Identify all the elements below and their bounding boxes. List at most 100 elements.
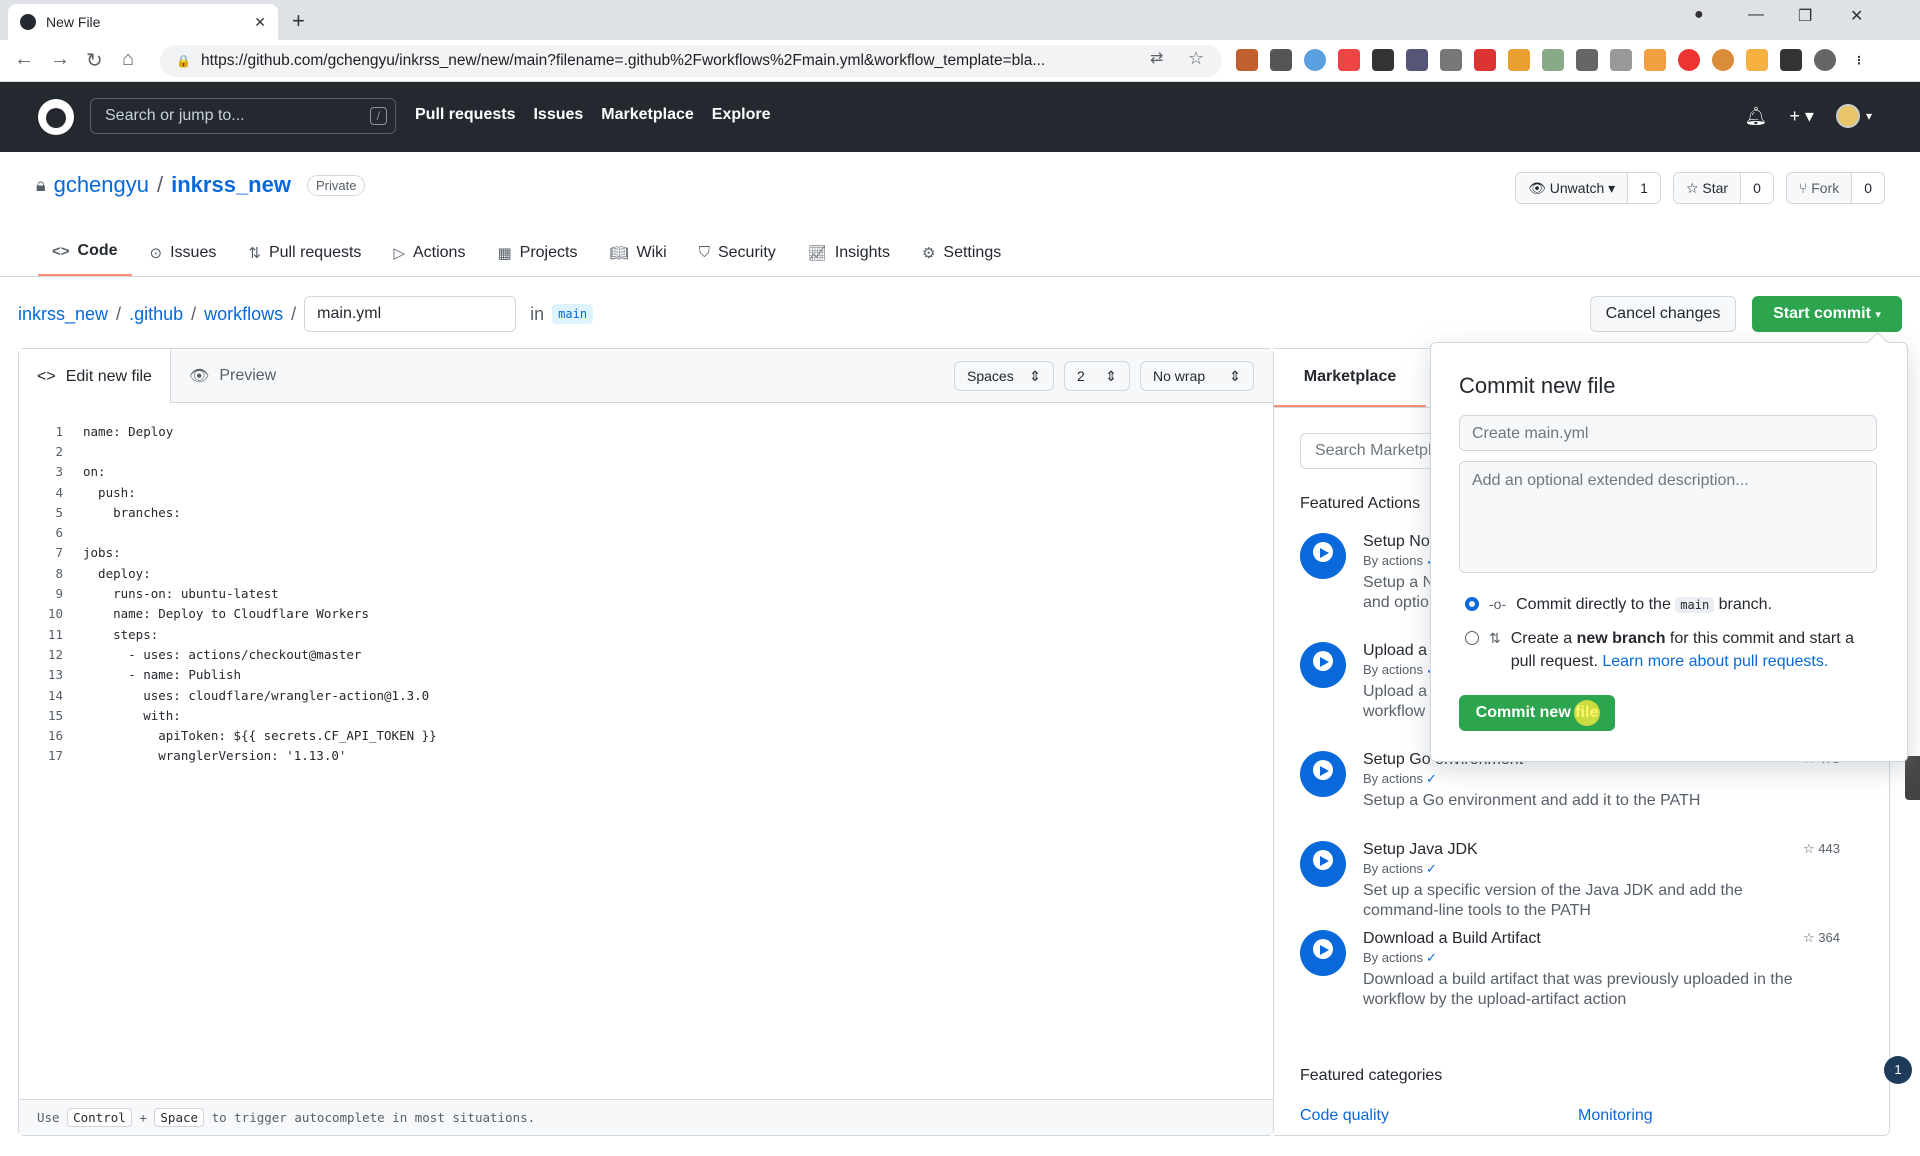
tab-projects[interactable]: ▦ Projects xyxy=(483,236,591,277)
minimize-icon[interactable]: — xyxy=(1748,6,1764,24)
extension-icon[interactable] xyxy=(1338,49,1360,71)
notification-badge[interactable]: 1 xyxy=(1884,1056,1912,1084)
forward-icon[interactable]: → xyxy=(50,48,70,71)
action-stars: ☆ 443 xyxy=(1803,841,1840,857)
github-logo-icon[interactable] xyxy=(38,99,74,135)
extension-icon[interactable] xyxy=(1372,49,1394,71)
extension-icon[interactable] xyxy=(1678,49,1700,71)
search-shortcut-hint: / xyxy=(369,107,387,125)
tab-insights[interactable]: 📈︎ Insights xyxy=(794,236,904,277)
close-tab-icon[interactable]: ✕ xyxy=(254,14,266,31)
extension-icon[interactable] xyxy=(1576,49,1598,71)
nav-pull-requests[interactable]: Pull requests xyxy=(415,106,515,124)
profile-menu-icon[interactable]: ● xyxy=(1694,6,1704,24)
action-title[interactable]: Upload a xyxy=(1363,642,1427,660)
extension-icon[interactable] xyxy=(1406,49,1428,71)
tab-edit-new-file[interactable]: <> Edit new file xyxy=(19,349,171,404)
extension-icon[interactable] xyxy=(1304,49,1326,71)
address-bar[interactable]: 🔒 https://github.com/gchengyu/inkrss_new… xyxy=(160,45,1222,77)
action-title[interactable]: Setup No xyxy=(1363,533,1430,551)
action-title[interactable]: Setup Java JDK xyxy=(1363,841,1478,859)
new-branch-option[interactable]: ⇅ Create a new branch for this commit an… xyxy=(1465,627,1875,673)
code-line: 9 runs-on: ubuntu-latest xyxy=(19,583,437,603)
wrap-mode-select[interactable]: No wrap ⇕ xyxy=(1140,361,1254,391)
fork-button[interactable]: ⑂ Fork 0 xyxy=(1785,172,1885,204)
restore-icon[interactable]: ❐ xyxy=(1798,6,1812,26)
create-new-plus-icon[interactable]: + ▾ xyxy=(1789,106,1814,127)
tab-code[interactable]: <> Code xyxy=(38,236,132,277)
tab-marketplace[interactable]: Marketplace xyxy=(1274,349,1426,407)
nav-issues[interactable]: Issues xyxy=(533,106,583,124)
category-link-monitoring[interactable]: Monitoring xyxy=(1578,1107,1653,1125)
star-button[interactable]: ☆ Star 0 xyxy=(1672,172,1774,204)
extension-icon[interactable] xyxy=(1270,49,1292,71)
commit-summary-input[interactable]: Create main.yml xyxy=(1459,415,1877,451)
global-search-input[interactable]: Search or jump to... / xyxy=(90,98,396,134)
tab-settings[interactable]: ⚙ Settings xyxy=(908,236,1015,277)
extension-icon[interactable] xyxy=(1712,49,1734,71)
tab-actions[interactable]: ▷ Actions xyxy=(379,236,479,277)
breadcrumb-workflows-dir-link[interactable]: workflows xyxy=(204,304,283,325)
watch-count[interactable]: 1 xyxy=(1628,173,1660,203)
indent-size-select[interactable]: 2 ⇕ xyxy=(1064,361,1130,391)
extension-icon[interactable] xyxy=(1644,49,1666,71)
browser-tab[interactable]: New File ✕ xyxy=(8,4,278,40)
extension-icon[interactable] xyxy=(1542,49,1564,71)
action-title[interactable]: Download a Build Artifact xyxy=(1363,930,1541,948)
fork-count[interactable]: 0 xyxy=(1852,173,1884,203)
action-author: By actions✓ xyxy=(1363,771,1437,787)
action-author-text: By actions xyxy=(1363,771,1423,786)
code-text: name: Deploy xyxy=(83,423,174,439)
filename-input[interactable]: main.yml xyxy=(304,296,517,332)
repo-owner-link[interactable]: gchengyu xyxy=(54,172,149,198)
indent-mode-select[interactable]: Spaces ⇕ xyxy=(954,361,1054,391)
breadcrumb-github-dir-link[interactable]: .github xyxy=(129,304,183,325)
tab-issues[interactable]: ⊙ Issues xyxy=(136,236,231,277)
extension-icon[interactable] xyxy=(1474,49,1496,71)
star-count[interactable]: 0 xyxy=(1741,173,1773,203)
unwatch-button[interactable]: 👁︎ Unwatch ▾ 1 xyxy=(1515,172,1661,204)
extension-icon[interactable] xyxy=(1746,49,1768,71)
home-icon[interactable]: ⌂ xyxy=(122,48,134,71)
code-text: deploy: xyxy=(83,565,151,581)
extension-icon[interactable] xyxy=(1610,49,1632,71)
start-commit-button[interactable]: Start commit ▾ xyxy=(1752,296,1902,332)
extensions-puzzle-icon[interactable] xyxy=(1780,49,1802,71)
profile-avatar-icon[interactable] xyxy=(1814,49,1836,71)
breadcrumb-repo-link[interactable]: inkrss_new xyxy=(18,304,108,325)
tab-preview[interactable]: 👁︎ Preview xyxy=(171,349,294,403)
close-window-icon[interactable]: ✕ xyxy=(1850,6,1863,26)
editor-toolbar: <> Edit new file 👁︎ Preview Spaces ⇕ 2 ⇕ N… xyxy=(19,349,1273,404)
repo-name-link[interactable]: inkrss_new xyxy=(171,172,291,198)
extension-icon[interactable] xyxy=(1508,49,1530,71)
radio-new-branch[interactable] xyxy=(1465,631,1479,645)
tab-wiki[interactable]: 📖︎ Wiki xyxy=(595,236,680,277)
bookmark-star-icon[interactable]: ☆ xyxy=(1188,48,1204,69)
play-icon: ▷ xyxy=(393,244,405,262)
notifications-bell-icon[interactable]: 🔔︎ xyxy=(1745,106,1768,127)
category-link-code-quality[interactable]: Code quality xyxy=(1300,1107,1389,1125)
reload-icon[interactable]: ↻ xyxy=(86,48,103,73)
learn-more-pull-requests-link[interactable]: Learn more about pull requests. xyxy=(1602,653,1828,670)
new-tab-button[interactable]: + xyxy=(292,8,305,34)
code-area[interactable]: 1 name: Deploy 2 3 on: 4 push: 5 branches:… xyxy=(19,421,437,766)
extension-icon[interactable] xyxy=(1236,49,1258,71)
extension-icon[interactable] xyxy=(1440,49,1462,71)
commit-description-textarea[interactable]: Add an optional extended description... xyxy=(1459,461,1877,573)
action-card[interactable]: Download a Build Artifact By actions ✓ Do… xyxy=(1300,930,1840,1010)
action-card[interactable]: Setup Java JDK By actions ✓ Set up a spec… xyxy=(1300,841,1840,921)
translate-icon[interactable]: ⇄ xyxy=(1150,48,1163,68)
tab-security[interactable]: ⛉ Security xyxy=(685,236,790,277)
code-line: 8 deploy: xyxy=(19,563,437,583)
action-stars: ☆ 364 xyxy=(1803,930,1840,946)
side-scroll-handle[interactable] xyxy=(1905,756,1920,800)
user-menu[interactable]: ▾ xyxy=(1835,104,1872,128)
back-icon[interactable]: ← xyxy=(14,48,34,71)
nav-marketplace[interactable]: Marketplace xyxy=(601,106,694,124)
commit-direct-option[interactable]: -o- Commit directly to the main branch. xyxy=(1465,593,1875,617)
browser-menu-icon[interactable]: ⋮ xyxy=(1848,49,1870,71)
nav-explore[interactable]: Explore xyxy=(712,106,771,124)
tab-pull-requests[interactable]: ⇅ Pull requests xyxy=(234,236,375,277)
cancel-changes-button[interactable]: Cancel changes xyxy=(1590,296,1736,332)
radio-commit-direct[interactable] xyxy=(1465,597,1479,611)
